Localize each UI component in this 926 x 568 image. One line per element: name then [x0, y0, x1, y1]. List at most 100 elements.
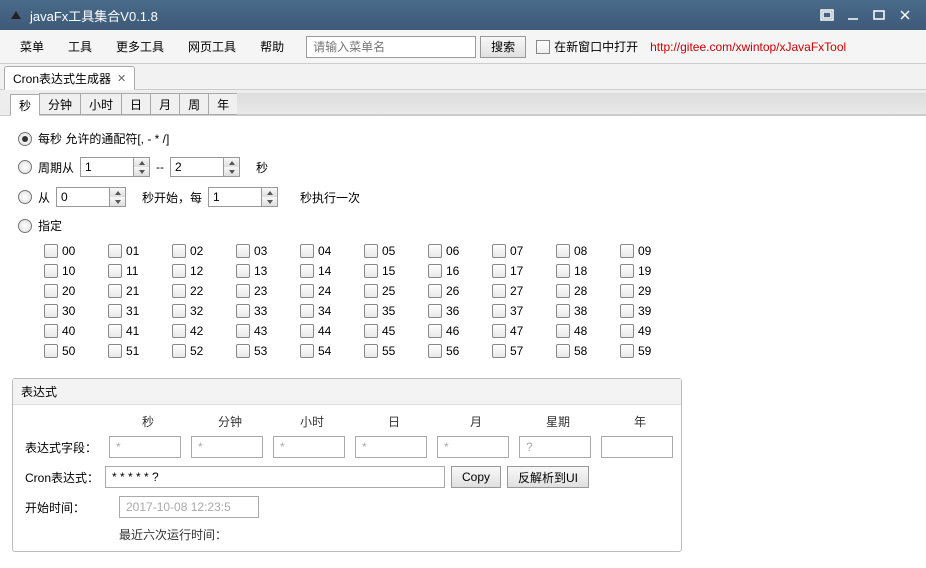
second-checkbox[interactable]: [364, 304, 378, 318]
radio-specify[interactable]: [18, 219, 32, 233]
subtab-seconds[interactable]: 秒: [10, 94, 40, 116]
fld-day[interactable]: [355, 436, 427, 458]
second-checkbox[interactable]: [492, 264, 506, 278]
second-checkbox[interactable]: [556, 284, 570, 298]
second-checkbox[interactable]: [492, 324, 506, 338]
open-new-window-checkbox[interactable]: [536, 40, 550, 54]
second-checkbox[interactable]: [620, 304, 634, 318]
subtab-year[interactable]: 年: [208, 93, 238, 115]
second-checkbox[interactable]: [428, 304, 442, 318]
subtab-month[interactable]: 月: [150, 93, 180, 115]
second-checkbox[interactable]: [428, 344, 442, 358]
fld-sec[interactable]: [109, 436, 181, 458]
menu-item[interactable]: 工具: [58, 34, 102, 59]
second-checkbox[interactable]: [492, 244, 506, 258]
second-checkbox[interactable]: [492, 284, 506, 298]
copy-button[interactable]: Copy: [451, 466, 501, 488]
menu-item[interactable]: 网页工具: [178, 34, 246, 59]
second-checkbox[interactable]: [300, 244, 314, 258]
second-checkbox[interactable]: [172, 304, 186, 318]
second-checkbox[interactable]: [108, 344, 122, 358]
tab-cron[interactable]: Cron表达式生成器 ✕: [4, 66, 135, 90]
second-checkbox[interactable]: [44, 304, 58, 318]
second-checkbox[interactable]: [428, 264, 442, 278]
second-checkbox[interactable]: [300, 304, 314, 318]
second-checkbox[interactable]: [428, 284, 442, 298]
radio-wildcard[interactable]: [18, 132, 32, 146]
second-checkbox[interactable]: [428, 324, 442, 338]
second-checkbox[interactable]: [236, 324, 250, 338]
search-button[interactable]: 搜索: [480, 36, 526, 58]
second-checkbox[interactable]: [44, 344, 58, 358]
cycle-from-spinner[interactable]: 1: [80, 157, 150, 177]
second-checkbox[interactable]: [300, 344, 314, 358]
fld-month[interactable]: [437, 436, 509, 458]
second-checkbox[interactable]: [620, 244, 634, 258]
second-checkbox[interactable]: [364, 324, 378, 338]
second-checkbox[interactable]: [172, 344, 186, 358]
subtab-hours[interactable]: 小时: [80, 93, 122, 115]
second-checkbox[interactable]: [172, 244, 186, 258]
second-checkbox[interactable]: [364, 344, 378, 358]
start-time-input[interactable]: [119, 496, 259, 518]
second-checkbox[interactable]: [556, 304, 570, 318]
second-checkbox[interactable]: [236, 284, 250, 298]
menu-item[interactable]: 帮助: [250, 34, 294, 59]
second-checkbox[interactable]: [492, 304, 506, 318]
second-checkbox[interactable]: [300, 324, 314, 338]
second-checkbox[interactable]: [492, 344, 506, 358]
second-checkbox[interactable]: [300, 264, 314, 278]
fld-year[interactable]: [601, 436, 673, 458]
second-checkbox[interactable]: [364, 284, 378, 298]
second-checkbox[interactable]: [300, 284, 314, 298]
maximize2-icon[interactable]: [814, 5, 840, 25]
second-checkbox[interactable]: [44, 324, 58, 338]
fld-hour[interactable]: [273, 436, 345, 458]
second-checkbox[interactable]: [364, 244, 378, 258]
second-checkbox[interactable]: [172, 264, 186, 278]
fld-week[interactable]: [519, 436, 591, 458]
second-checkbox[interactable]: [172, 284, 186, 298]
second-checkbox[interactable]: [172, 324, 186, 338]
second-checkbox[interactable]: [236, 264, 250, 278]
fld-min[interactable]: [191, 436, 263, 458]
subtab-minutes[interactable]: 分钟: [39, 93, 81, 115]
second-checkbox[interactable]: [108, 304, 122, 318]
second-checkbox[interactable]: [428, 244, 442, 258]
subtab-day[interactable]: 日: [121, 93, 151, 115]
second-checkbox[interactable]: [108, 244, 122, 258]
search-input[interactable]: [306, 36, 476, 58]
second-checkbox[interactable]: [620, 324, 634, 338]
second-checkbox[interactable]: [236, 304, 250, 318]
from-every-spinner[interactable]: 1: [208, 187, 278, 207]
second-checkbox[interactable]: [44, 284, 58, 298]
maximize-button[interactable]: [866, 5, 892, 25]
second-checkbox[interactable]: [620, 284, 634, 298]
second-checkbox[interactable]: [556, 264, 570, 278]
from-start-spinner[interactable]: 0: [56, 187, 126, 207]
menu-item[interactable]: 更多工具: [106, 34, 174, 59]
menu-item[interactable]: 菜单: [10, 34, 54, 59]
second-checkbox[interactable]: [556, 324, 570, 338]
second-checkbox[interactable]: [236, 244, 250, 258]
second-checkbox[interactable]: [620, 344, 634, 358]
radio-from[interactable]: [18, 190, 32, 204]
cycle-to-spinner[interactable]: 2: [170, 157, 240, 177]
second-checkbox[interactable]: [620, 264, 634, 278]
second-checkbox[interactable]: [44, 244, 58, 258]
close-button[interactable]: [892, 5, 918, 25]
second-checkbox[interactable]: [44, 264, 58, 278]
subtab-week[interactable]: 周: [179, 93, 209, 115]
parse-button[interactable]: 反解析到UI: [507, 466, 589, 488]
second-checkbox[interactable]: [364, 264, 378, 278]
minimize-button[interactable]: [840, 5, 866, 25]
second-checkbox[interactable]: [556, 344, 570, 358]
second-checkbox[interactable]: [108, 324, 122, 338]
radio-cycle[interactable]: [18, 160, 32, 174]
second-checkbox[interactable]: [556, 244, 570, 258]
second-checkbox[interactable]: [108, 284, 122, 298]
second-checkbox[interactable]: [236, 344, 250, 358]
cron-input[interactable]: [105, 466, 445, 488]
project-link[interactable]: http://gitee.com/xwintop/xJavaFxTool: [650, 40, 846, 54]
close-tab-icon[interactable]: ✕: [117, 72, 126, 85]
